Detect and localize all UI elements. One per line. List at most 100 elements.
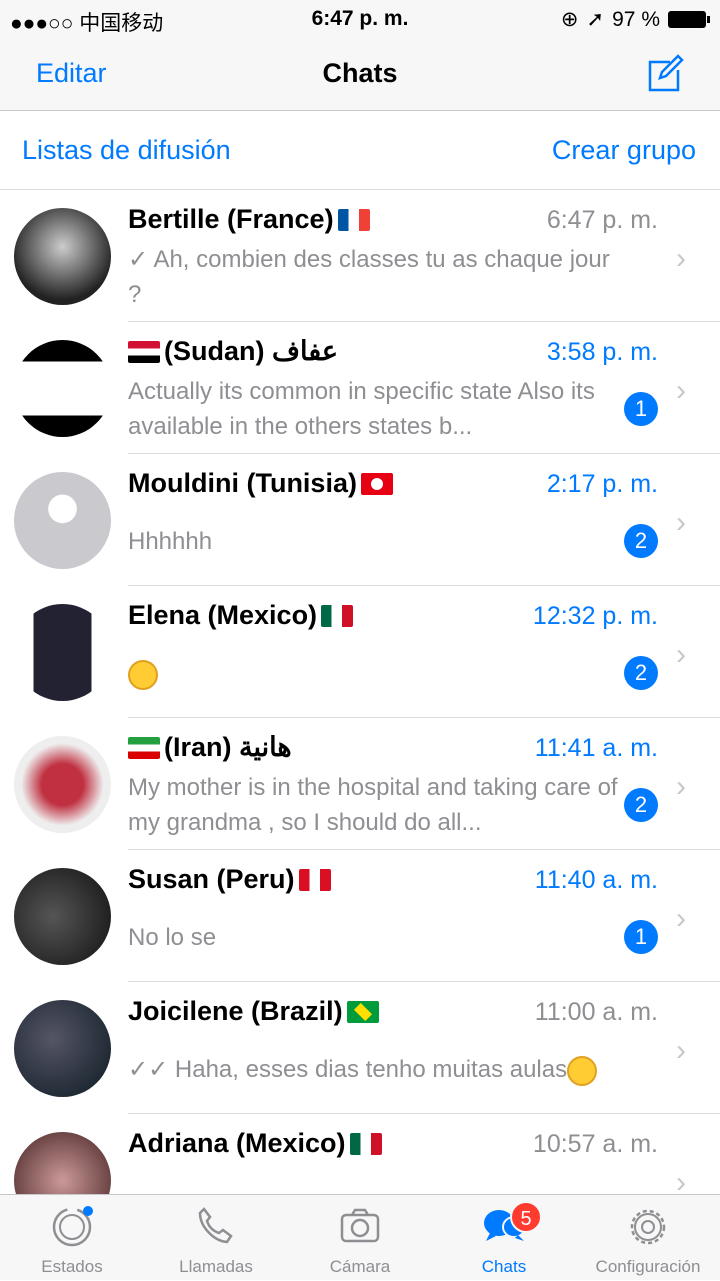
flag-mx-icon	[321, 604, 354, 627]
phone-icon	[198, 1207, 233, 1244]
message-text: No lo se	[128, 924, 217, 951]
message-preview: ✓✓ Haha, esses dias tenho muitas aulas	[128, 1052, 618, 1087]
flag-fr-icon	[337, 208, 370, 231]
flag-br-icon	[346, 1000, 379, 1023]
chat-name: (Iran) هانية	[164, 732, 292, 762]
status-icon	[52, 1206, 93, 1247]
chat-time: 6:47 p. m.	[546, 206, 658, 234]
chat-title: Joicilene (Brazil)	[128, 996, 379, 1027]
message-preview: ✓ Ah, combien des classes tu as chaque j…	[128, 242, 618, 312]
message-text: Actually its common in specific state Al…	[128, 378, 595, 440]
chat-name: Mouldini (Tunisia)	[128, 468, 357, 498]
chat-name: (Sudan) عفاف	[164, 336, 338, 366]
tab-chats[interactable]: 5 Chats	[432, 1195, 576, 1281]
chat-name: Adriana (Mexico)	[128, 1128, 346, 1158]
battery-percent: 97 %	[612, 7, 660, 31]
grinning-sweat-icon	[567, 1055, 598, 1086]
tab-llamadas[interactable]: Llamadas	[144, 1195, 288, 1281]
chat-time: 12:32 p. m.	[532, 602, 658, 630]
chat-title: Bertille (France)	[128, 204, 370, 235]
chat-time: 10:57 a. m.	[532, 1130, 658, 1158]
chevron-right-icon: ›	[676, 506, 686, 539]
tab-label: Cámara	[329, 1257, 391, 1276]
chat-row[interactable]: (Sudan) عفاف 3:58 p. m. Actually its com…	[0, 322, 720, 454]
chevron-right-icon: ›	[676, 242, 686, 275]
message-text: My mother is in the hospital and taking …	[128, 774, 618, 836]
message-preview	[128, 656, 618, 691]
navigation-bar: Editar Chats	[0, 40, 720, 111]
unread-badge: 2	[624, 524, 658, 558]
chat-time: 11:40 a. m.	[534, 866, 658, 894]
unread-badge: 2	[624, 656, 658, 690]
battery-icon	[668, 11, 710, 28]
tab-badge: 5	[510, 1201, 542, 1233]
chat-name: Susan (Peru)	[128, 864, 295, 894]
new-group-link[interactable]: Crear grupo	[552, 135, 696, 166]
message-text: Hhhhhh	[128, 528, 213, 555]
avatar[interactable]	[14, 340, 111, 437]
chat-time: 3:58 p. m.	[546, 338, 658, 366]
chat-time: 11:41 a. m.	[534, 734, 658, 762]
chat-title: Susan (Peru)	[128, 864, 331, 895]
avatar[interactable]	[14, 868, 111, 965]
chat-row[interactable]: Bertille (France) 6:47 p. m. ✓ Ah, combi…	[0, 190, 720, 322]
tab-cámara[interactable]: Cámara	[288, 1195, 432, 1281]
chat-row[interactable]: Elena (Mexico) 12:32 p. m. 2 ›	[0, 586, 720, 718]
message-preview: No lo se	[128, 920, 618, 955]
avatar[interactable]	[14, 208, 111, 305]
chat-name: Elena (Mexico)	[128, 600, 318, 630]
gear-icon	[630, 1209, 666, 1245]
avatar[interactable]	[14, 736, 111, 833]
chevron-right-icon: ›	[676, 638, 686, 671]
message-preview: My mother is in the hospital and taking …	[128, 770, 618, 840]
flag-ir-icon	[128, 736, 160, 759]
chat-row[interactable]: Joicilene (Brazil) 11:00 a. m. ✓✓ Haha, …	[0, 982, 720, 1114]
camera-icon	[340, 1208, 380, 1243]
message-preview: Hhhhhh	[128, 524, 618, 559]
chat-title: Elena (Mexico)	[128, 600, 354, 631]
tab-label: Chats	[481, 1257, 527, 1276]
page-title: Chats	[322, 58, 398, 88]
chat-row[interactable]: Susan (Peru) 11:40 a. m. No lo se 1 ›	[0, 850, 720, 982]
tab-label: Configuración	[595, 1257, 701, 1276]
flag-tn-icon	[360, 472, 393, 495]
avatar[interactable]	[14, 604, 111, 701]
chat-time: 11:00 a. m.	[534, 998, 658, 1026]
unread-badge: 1	[624, 392, 658, 426]
chat-name: Joicilene (Brazil)	[128, 996, 343, 1026]
tab-bar: Estados Llamadas Cámara 5 Chats Configuración	[0, 1194, 720, 1280]
message-preview: Actually its common in specific state Al…	[128, 374, 618, 444]
chevron-right-icon: ›	[676, 902, 686, 935]
chevron-right-icon: ›	[676, 770, 686, 803]
message-text: ✓ Ah, combien des classes tu as chaque j…	[128, 246, 610, 308]
chat-row[interactable]: (Iran) هانية 11:41 a. m. My mother is in…	[0, 718, 720, 850]
message-text: ✓✓ Haha, esses dias tenho muitas aulas	[128, 1056, 568, 1083]
compose-icon[interactable]	[646, 54, 684, 92]
tab-configuración[interactable]: Configuración	[576, 1195, 720, 1281]
chat-title: (Iran) هانية	[128, 732, 292, 763]
location-icon: ➚	[586, 8, 605, 31]
broadcast-lists-link[interactable]: Listas de difusión	[22, 135, 231, 166]
chat-title: Adriana (Mexico)	[128, 1128, 382, 1159]
tab-estados[interactable]: Estados	[0, 1195, 144, 1281]
flag-sd-icon	[128, 340, 160, 363]
tab-label: Estados	[41, 1257, 103, 1276]
lock-rotation-icon: ⊕	[560, 8, 579, 31]
list-actions: Listas de difusión Crear grupo	[0, 111, 720, 190]
avatar[interactable]	[14, 472, 111, 569]
avatar[interactable]	[14, 1000, 111, 1097]
status-bar: ●●●○○ 中国移动 6:47 p. m. ⊕ ➚ 97 %	[0, 0, 720, 40]
chat-time: 2:17 p. m.	[546, 470, 658, 498]
chevron-right-icon: ›	[676, 1034, 686, 1067]
chat-name: Bertille (France)	[128, 204, 334, 234]
unread-badge: 2	[624, 788, 658, 822]
tab-label: Llamadas	[179, 1257, 253, 1276]
smiling-face-with-halo-icon	[128, 659, 158, 690]
flag-mx-icon	[349, 1132, 382, 1155]
flag-pe-icon	[298, 868, 331, 891]
chat-row[interactable]: Mouldini (Tunisia) 2:17 p. m. Hhhhhh 2 ›	[0, 454, 720, 586]
chat-title: (Sudan) عفاف	[128, 336, 338, 367]
chat-title: Mouldini (Tunisia)	[128, 468, 393, 499]
chevron-right-icon: ›	[676, 374, 686, 407]
unread-badge: 1	[624, 920, 658, 954]
